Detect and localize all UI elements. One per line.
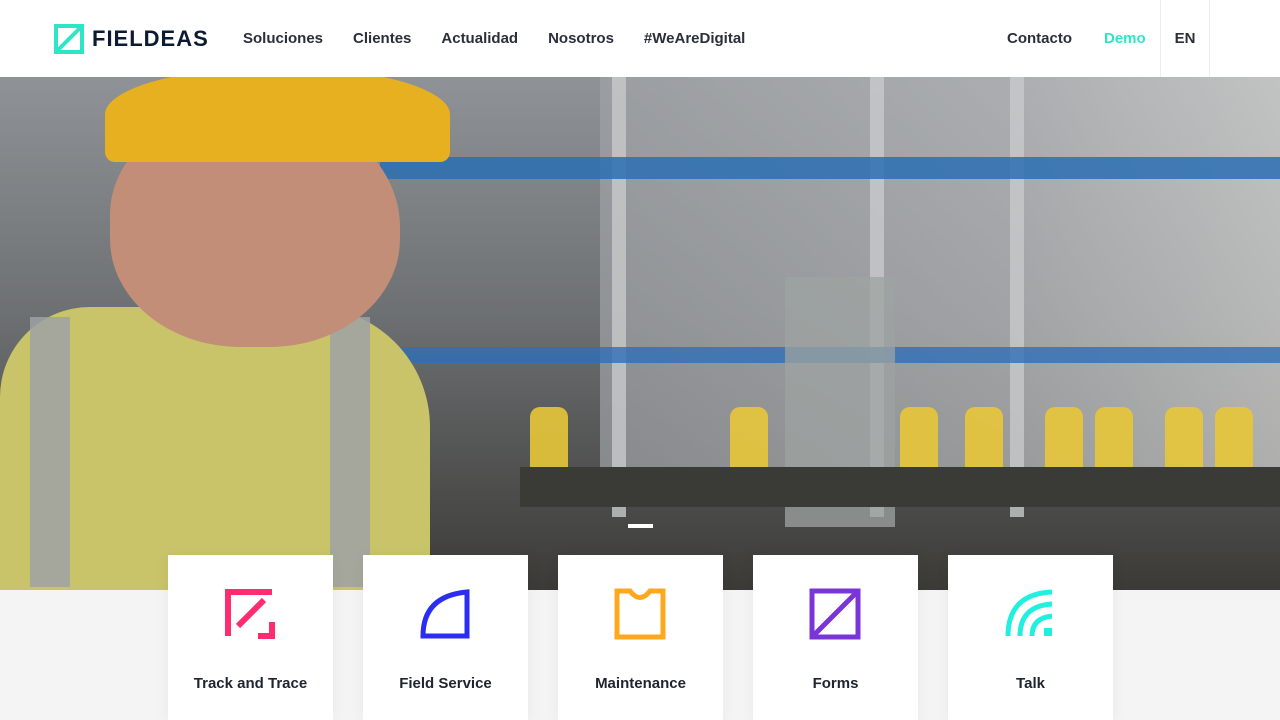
card-forms[interactable]: Forms	[753, 555, 918, 720]
card-label: Talk	[1016, 675, 1045, 692]
slider-indicator[interactable]	[628, 524, 653, 528]
hero-beam	[380, 157, 1280, 179]
main-nav: Soluciones Clientes Actualidad Nosotros …	[243, 30, 775, 47]
card-label: Forms	[812, 675, 859, 692]
card-label: Field Service	[399, 675, 492, 692]
language-label: EN	[1174, 30, 1196, 47]
hero-worker-hardhat	[105, 77, 450, 162]
nav-soluciones[interactable]: Soluciones	[243, 30, 323, 47]
card-maintenance[interactable]: Maintenance	[558, 555, 723, 720]
maintenance-icon	[614, 588, 666, 640]
hero-vest-stripe	[30, 317, 70, 587]
nav-wearedigital[interactable]: #WeAreDigital	[644, 30, 745, 47]
nav-clientes[interactable]: Clientes	[353, 30, 411, 47]
fieldeas-logo-icon	[54, 24, 84, 54]
card-track-and-trace[interactable]: Track and Trace	[168, 555, 333, 720]
card-label: Track and Trace	[193, 675, 308, 692]
hero-banner	[0, 77, 1280, 590]
hero-worker	[0, 77, 450, 590]
track-and-trace-icon	[225, 589, 275, 639]
site-header: FIELDEAS Soluciones Clientes Actualidad …	[0, 0, 1280, 77]
nav-nosotros[interactable]: Nosotros	[548, 30, 614, 47]
nav-actualidad[interactable]: Actualidad	[441, 30, 518, 47]
hero-post	[612, 77, 626, 517]
talk-icon	[1005, 589, 1053, 637]
card-label: Maintenance	[595, 675, 686, 692]
hero-conveyor	[520, 467, 1280, 507]
solutions-cards: Track and Trace Field Service Maintenanc…	[168, 555, 1113, 720]
card-field-service[interactable]: Field Service	[363, 555, 528, 720]
nav-demo[interactable]: Demo	[1104, 30, 1146, 47]
hero-vest-stripe	[330, 317, 370, 587]
nav-contacto[interactable]: Contacto	[1007, 30, 1072, 47]
forms-icon	[809, 588, 861, 640]
field-service-icon	[420, 589, 470, 639]
language-switcher[interactable]: EN	[1160, 0, 1210, 77]
card-talk[interactable]: Talk	[948, 555, 1113, 720]
fieldeas-logo[interactable]: FIELDEAS	[54, 24, 209, 54]
hero-post	[1010, 77, 1024, 517]
logo-text: FIELDEAS	[92, 26, 209, 51]
